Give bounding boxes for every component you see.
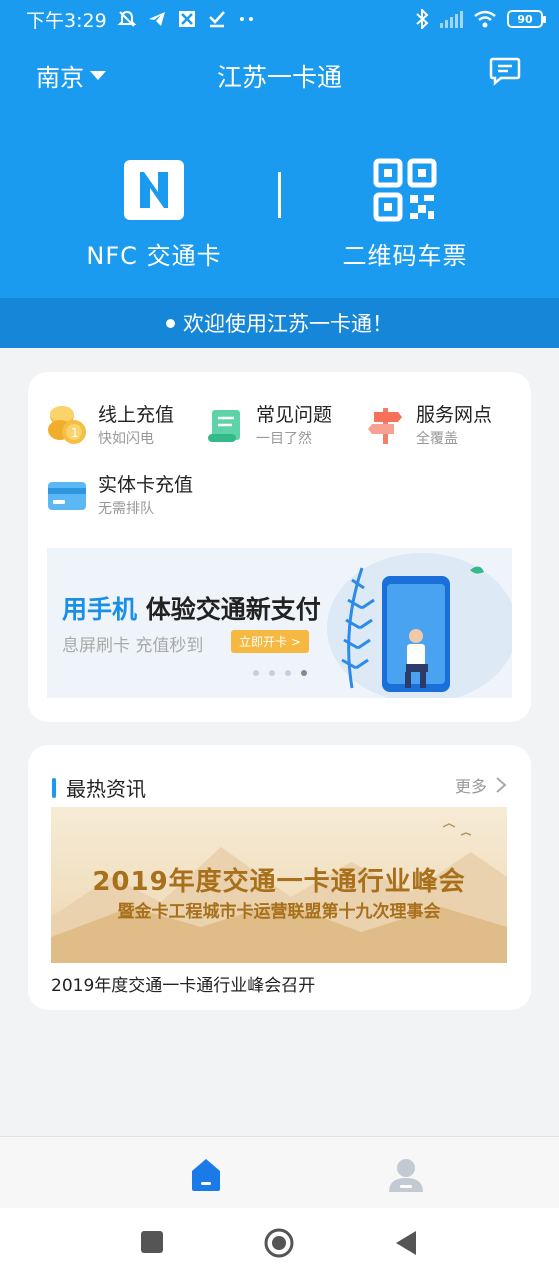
bluetooth-icon [415, 9, 429, 29]
header: 南京 江苏一卡通 NFC 交通卡 二维码车票 [0, 38, 559, 298]
section-accent-bar [52, 777, 56, 798]
banner-pagination [253, 670, 307, 676]
pagination-dot[interactable] [269, 670, 275, 676]
nfc-card-button[interactable]: NFC 交通卡 [54, 158, 254, 271]
news-header: 最热资讯 [52, 773, 146, 802]
welcome-bar: 欢迎使用江苏一卡通！ [0, 298, 559, 348]
message-icon[interactable] [489, 56, 521, 90]
coins-icon: 1 [46, 404, 88, 446]
qr-label: 二维码车票 [342, 242, 468, 270]
scroll-icon [204, 404, 246, 446]
service-title: 常见问题 [256, 404, 333, 426]
qr-code-icon [305, 158, 505, 226]
wifi-icon [473, 10, 497, 28]
news-image-title: 2019年度交通一卡通行业峰会 [92, 867, 466, 897]
service-online-topup[interactable]: 1 线上充值 快如闪电 [46, 402, 174, 450]
person-icon [389, 1159, 423, 1192]
battery-icon: 90 [507, 10, 546, 28]
signpost-icon [364, 404, 406, 446]
news-image[interactable]: 2019年度交通一卡通行业峰会 暨金卡工程城市卡运营联盟第十九次理事会 [51, 807, 507, 963]
mute-bell-icon [117, 9, 137, 29]
app-icon [177, 9, 197, 29]
service-card: 1 线上充值 快如闪电 常见问题 一目了然 服务网点 全覆盖 实体卡充值 无需排… [28, 372, 531, 722]
qr-ticket-button[interactable]: 二维码车票 [305, 158, 505, 271]
news-section-title: 最热资讯 [66, 777, 146, 801]
service-card-topup[interactable]: 实体卡充值 无需排队 [46, 472, 193, 520]
banner-headline: 用手机 体验交通新支付 [62, 590, 321, 626]
back-button[interactable] [394, 1230, 418, 1260]
recents-button[interactable] [140, 1230, 164, 1258]
banner-subtitle: 息屏刷卡 充值秒到 [62, 636, 204, 656]
service-outlets[interactable]: 服务网点 全覆盖 [364, 402, 492, 450]
service-subtitle: 快如闪电 [98, 431, 154, 447]
more-label: 更多 [454, 777, 487, 796]
nfc-icon [54, 158, 254, 226]
tab-mine[interactable] [386, 1155, 426, 1195]
bottom-tab-bar [0, 1136, 559, 1208]
check-icon [207, 9, 227, 29]
service-subtitle: 全覆盖 [416, 431, 458, 447]
news-image-subtitle: 暨金卡工程城市卡运营联盟第十九次理事会 [117, 902, 441, 922]
card-icon [46, 474, 88, 516]
telegram-icon [147, 9, 167, 29]
pagination-dot[interactable] [253, 670, 259, 676]
status-time: 下午3:29 [26, 9, 107, 32]
nfc-label: NFC 交通卡 [86, 242, 222, 270]
service-title: 实体卡充值 [98, 474, 194, 496]
service-title: 服务网点 [416, 404, 493, 426]
banner-cta-button[interactable]: 立即开卡 > [231, 630, 309, 653]
service-title: 线上充值 [98, 404, 175, 426]
news-card: 最热资讯 更多 2019年度交通一卡通行业峰会 暨金卡工程城市卡运营联盟第十九次… [28, 745, 531, 1010]
dot-icon [166, 318, 175, 328]
square-icon [141, 1231, 163, 1253]
svg-text:1: 1 [71, 426, 79, 440]
divider [278, 172, 281, 218]
service-subtitle: 无需排队 [98, 501, 154, 517]
service-faq[interactable]: 常见问题 一目了然 [204, 402, 332, 450]
news-more-link[interactable]: 更多 [455, 773, 507, 797]
service-subtitle: 一目了然 [256, 431, 312, 447]
home-icon [192, 1159, 220, 1191]
signal-icon [439, 10, 463, 28]
back-triangle-icon [396, 1231, 416, 1255]
pagination-dot-active[interactable] [301, 670, 307, 676]
circle-icon [264, 1228, 294, 1258]
banner-headline-accent: 用手机 [62, 595, 138, 624]
welcome-text: 欢迎使用江苏一卡通！ [183, 312, 393, 336]
phone-illustration [327, 553, 512, 698]
page-title: 江苏一卡通 [216, 63, 342, 92]
chevron-right-icon [496, 777, 507, 793]
banner-headline-rest: 体验交通新支付 [137, 595, 321, 624]
system-nav-bar [0, 1208, 559, 1280]
status-bar: 下午3:29 90 [0, 0, 559, 38]
home-button[interactable] [263, 1227, 295, 1263]
promo-banner[interactable]: 用手机 体验交通新支付 息屏刷卡 充值秒到 立即开卡 > [47, 548, 512, 698]
tab-home[interactable] [186, 1155, 226, 1195]
news-caption[interactable]: 2019年度交通一卡通行业峰会召开 [51, 971, 315, 996]
pagination-dot[interactable] [285, 670, 291, 676]
more-dots-icon [237, 9, 257, 29]
